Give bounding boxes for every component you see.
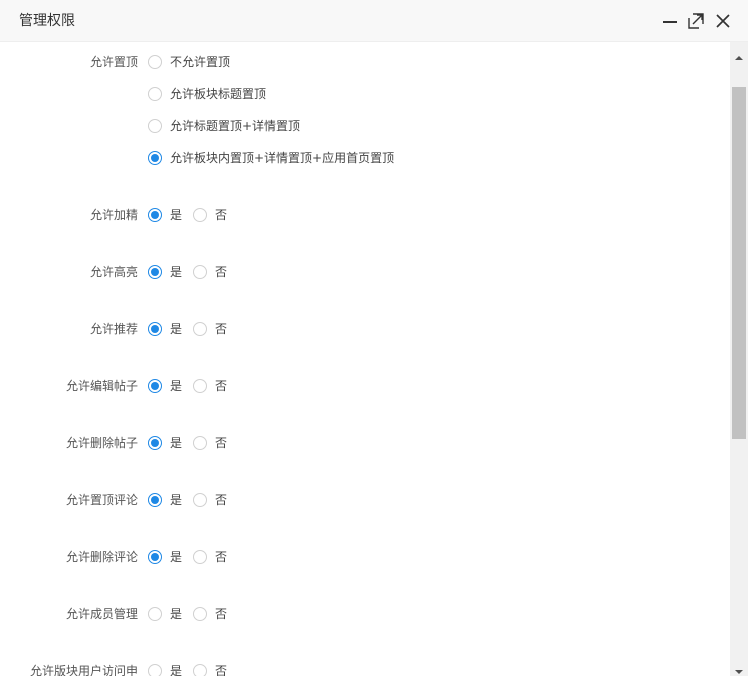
option-no-label: 否: [215, 379, 228, 393]
option-yes-label: 是: [170, 436, 183, 450]
option-no[interactable]: 否: [193, 433, 227, 453]
option-yes[interactable]: 是: [148, 547, 182, 567]
pin-option-all[interactable]: 允许板块内置顶+详情置顶+应用首页置顶: [148, 148, 394, 168]
maximize-icon[interactable]: [687, 12, 705, 30]
option-no[interactable]: 否: [193, 490, 227, 510]
radio-no[interactable]: [193, 493, 207, 507]
setting-row-recommend: 允许推荐 是 否: [0, 319, 730, 339]
option-no[interactable]: 否: [193, 661, 227, 676]
setting-label: 允许置顶评论: [65, 493, 138, 507]
radio-yes[interactable]: [148, 436, 162, 450]
option-no[interactable]: 否: [193, 205, 227, 225]
option-yes-label: 是: [170, 265, 183, 279]
setting-row-delete-comment: 允许删除评论 是 否: [0, 547, 730, 567]
radio-pin-section-title[interactable]: [148, 87, 162, 101]
option-no[interactable]: 否: [193, 604, 227, 624]
option-no-label: 否: [215, 265, 228, 279]
pin-option-none[interactable]: 不允许置顶: [148, 52, 230, 72]
option-yes[interactable]: 是: [148, 433, 182, 453]
option-yes[interactable]: 是: [148, 661, 182, 676]
setting-row-feature: 允许加精 是 否: [0, 205, 730, 225]
option-yes-label: 是: [170, 322, 183, 336]
pin-option-row: 允许标题置顶+详情置顶: [0, 116, 730, 136]
setting-row-delete-post: 允许删除帖子 是 否: [0, 433, 730, 453]
setting-label: 允许版块用户访问申: [29, 664, 138, 676]
radio-yes[interactable]: [148, 550, 162, 564]
option-no[interactable]: 否: [193, 262, 227, 282]
option-no-label: 否: [215, 208, 228, 222]
pin-option-section-title-label: 允许板块标题置顶: [170, 87, 267, 101]
option-yes-label: 是: [170, 664, 183, 676]
radio-yes[interactable]: [148, 265, 162, 279]
radio-no[interactable]: [193, 379, 207, 393]
option-yes[interactable]: 是: [148, 376, 182, 396]
dialog-title: 管理权限: [19, 13, 75, 29]
setting-label: 允许删除帖子: [65, 436, 138, 450]
option-no-label: 否: [215, 607, 228, 621]
setting-label: 允许编辑帖子: [65, 379, 138, 393]
option-yes-label: 是: [170, 208, 183, 222]
radio-no[interactable]: [193, 436, 207, 450]
radio-yes[interactable]: [148, 322, 162, 336]
option-yes-label: 是: [170, 493, 183, 507]
option-no-label: 否: [215, 493, 228, 507]
setting-row-highlight: 允许高亮 是 否: [0, 262, 730, 282]
option-no[interactable]: 否: [193, 547, 227, 567]
vertical-scrollbar[interactable]: [730, 42, 748, 676]
radio-pin-all[interactable]: [148, 151, 162, 165]
pin-option-row: 允许板块内置顶+详情置顶+应用首页置顶: [0, 148, 730, 168]
radio-yes[interactable]: [148, 664, 162, 676]
option-yes[interactable]: 是: [148, 205, 182, 225]
pin-setting-row: 允许置顶 不允许置顶: [0, 52, 730, 72]
setting-label: 允许成员管理: [65, 607, 138, 621]
option-yes[interactable]: 是: [148, 319, 182, 339]
setting-label: 允许删除评论: [65, 550, 138, 564]
pin-setting-label: 允许置顶: [89, 55, 138, 69]
pin-option-section-title[interactable]: 允许板块标题置顶: [148, 84, 266, 104]
radio-no[interactable]: [193, 607, 207, 621]
radio-pin-title-detail[interactable]: [148, 119, 162, 133]
option-yes-label: 是: [170, 550, 183, 564]
radio-yes[interactable]: [148, 208, 162, 222]
option-yes[interactable]: 是: [148, 262, 182, 282]
option-yes-label: 是: [170, 379, 183, 393]
radio-no[interactable]: [193, 322, 207, 336]
option-yes-label: 是: [170, 607, 183, 621]
pin-option-title-detail-label: 允许标题置顶+详情置顶: [170, 119, 301, 133]
pin-option-all-label: 允许板块内置顶+详情置顶+应用首页置顶: [170, 151, 395, 165]
pin-option-title-detail[interactable]: 允许标题置顶+详情置顶: [148, 116, 300, 136]
close-icon[interactable]: [714, 12, 732, 30]
scroll-down-arrow-icon[interactable]: [734, 662, 744, 674]
option-no-label: 否: [215, 664, 228, 676]
permissions-form: 允许置顶 不允许置顶 允许板块标题置顶 允许标题置顶+详情置顶 允许板块内置顶+…: [0, 42, 730, 676]
minimize-icon[interactable]: [661, 12, 679, 30]
option-yes[interactable]: 是: [148, 490, 182, 510]
option-no-label: 否: [215, 322, 228, 336]
option-yes[interactable]: 是: [148, 604, 182, 624]
setting-label: 允许推荐: [89, 322, 138, 336]
radio-yes[interactable]: [148, 607, 162, 621]
radio-yes[interactable]: [148, 379, 162, 393]
radio-no[interactable]: [193, 265, 207, 279]
setting-row-access-request: 允许版块用户访问申 是 否: [0, 661, 730, 676]
radio-no[interactable]: [193, 664, 207, 676]
setting-row-member-management: 允许成员管理 是 否: [0, 604, 730, 624]
option-no[interactable]: 否: [193, 376, 227, 396]
scroll-up-arrow-icon[interactable]: [734, 48, 744, 60]
setting-label: 允许加精: [89, 208, 138, 222]
radio-no[interactable]: [193, 550, 207, 564]
option-no-label: 否: [215, 436, 228, 450]
radio-pin-none[interactable]: [148, 55, 162, 69]
setting-label: 允许高亮: [89, 265, 138, 279]
radio-yes[interactable]: [148, 493, 162, 507]
option-no-label: 否: [215, 550, 228, 564]
setting-row-pin-comment: 允许置顶评论 是 否: [0, 490, 730, 510]
pin-option-none-label: 不允许置顶: [170, 55, 231, 69]
setting-row-edit-post: 允许编辑帖子 是 否: [0, 376, 730, 396]
radio-no[interactable]: [193, 208, 207, 222]
scrollbar-thumb[interactable]: [732, 87, 746, 439]
option-no[interactable]: 否: [193, 319, 227, 339]
dialog-titlebar: 管理权限: [0, 0, 748, 42]
pin-option-row: 允许板块标题置顶: [0, 84, 730, 104]
